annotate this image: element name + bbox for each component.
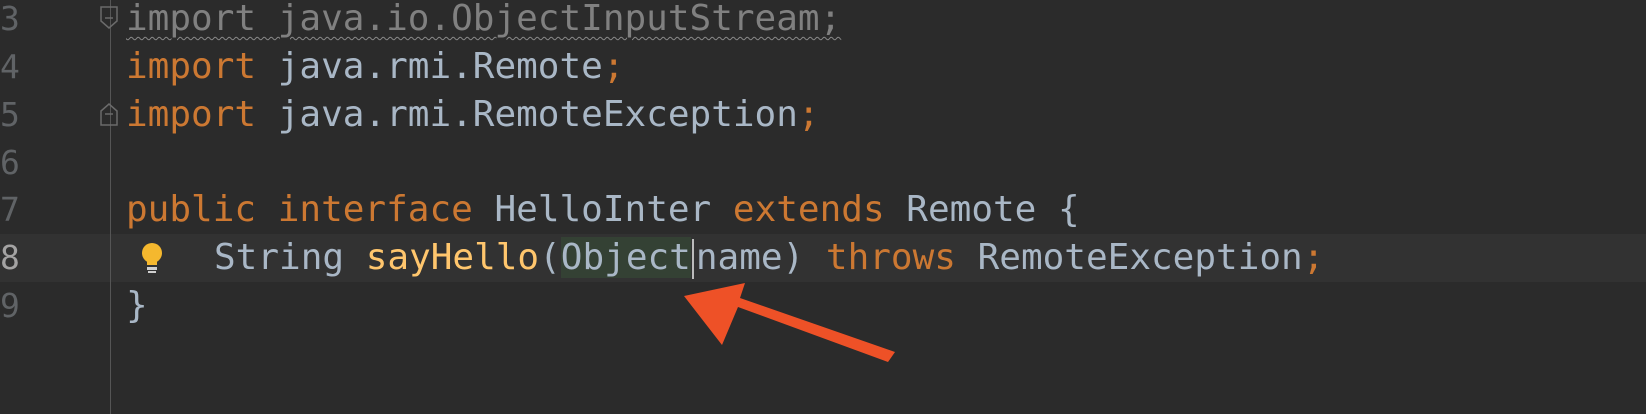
- code-token: }: [126, 285, 148, 326]
- code-text[interactable]: String sayHello(Object name) throws Remot…: [214, 234, 1324, 282]
- code-text[interactable]: import java.io.ObjectInputStream;: [126, 0, 841, 43]
- fold-marker-icon[interactable]: [99, 5, 119, 31]
- code-token: ;: [602, 46, 625, 87]
- code-text[interactable]: public interface HelloInter extends Remo…: [126, 186, 1080, 234]
- code-token: RemoteException: [955, 237, 1303, 278]
- code-line[interactable]: 3 import java.io.ObjectInputStream;: [0, 0, 1646, 43]
- line-number: 7: [0, 190, 20, 229]
- code-line[interactable]: 6: [0, 139, 1646, 187]
- code-token: Remote {: [884, 189, 1080, 230]
- code-line[interactable]: 8 String sayHello(Object name) throws Remo…: [0, 234, 1646, 282]
- code-text[interactable]: import java.rmi.RemoteException;: [126, 91, 820, 139]
- code-token: ;: [797, 94, 820, 135]
- text-caret: [691, 239, 694, 279]
- code-token: java.rmi.RemoteException: [256, 94, 798, 135]
- line-number: 6: [0, 143, 20, 182]
- code-line[interactable]: 5 import java.rmi.RemoteException;: [0, 91, 1646, 139]
- code-token: (: [539, 237, 561, 278]
- code-token: String: [214, 237, 366, 278]
- code-editor[interactable]: 3 import java.io.ObjectInputStream; 4 impor…: [0, 0, 1646, 414]
- line-number: 5: [0, 95, 20, 134]
- line-number: 3: [0, 0, 20, 38]
- line-number: 8: [0, 238, 20, 277]
- code-line[interactable]: 7 public interface HelloInter extends Rem…: [0, 186, 1646, 234]
- code-token: name): [695, 237, 826, 278]
- lightbulb-icon[interactable]: [138, 240, 166, 276]
- code-token: throws: [825, 237, 956, 278]
- code-token: HelloInter: [472, 189, 733, 230]
- code-token: public: [126, 189, 257, 230]
- fold-marker-icon[interactable]: [99, 101, 119, 127]
- code-token: interface: [277, 189, 473, 230]
- code-token: import java.io.ObjectInputStream;: [126, 0, 842, 39]
- code-token: Object: [560, 237, 691, 278]
- code-token: extends: [732, 189, 885, 230]
- code-token: import: [126, 94, 257, 135]
- line-number: 4: [0, 47, 20, 86]
- code-line[interactable]: 4 import java.rmi.Remote;: [0, 43, 1646, 91]
- code-line[interactable]: 9}: [0, 282, 1646, 330]
- code-token: import: [126, 46, 257, 87]
- code-token: sayHello: [365, 237, 540, 278]
- line-number: 9: [0, 286, 20, 325]
- code-text[interactable]: }: [126, 282, 148, 330]
- code-text[interactable]: import java.rmi.Remote;: [126, 43, 625, 91]
- code-token: java.rmi.Remote: [256, 46, 603, 87]
- code-token: ;: [1302, 237, 1325, 278]
